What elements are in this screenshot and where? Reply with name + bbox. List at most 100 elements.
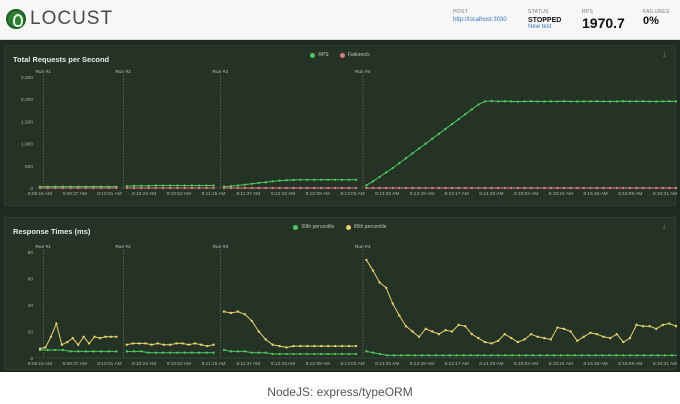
series-point (340, 352, 344, 356)
series-point (490, 354, 493, 357)
series-point (417, 147, 421, 150)
series-point (340, 178, 344, 181)
series-point (464, 325, 467, 328)
series-point (236, 310, 240, 313)
series-point (125, 343, 129, 346)
series-point (306, 186, 309, 190)
series-point (580, 354, 583, 357)
series-point (411, 330, 414, 333)
series-point (292, 178, 295, 182)
x-tick-label: 8:13:49 AM (410, 361, 434, 367)
series-point (431, 137, 434, 140)
x-tick-label: 8:15:24 AM (549, 191, 573, 197)
series-point (138, 342, 141, 345)
x-tick-label: 8:14:39 AM (479, 191, 503, 197)
series-point (285, 186, 288, 190)
y-tick-label: 20 (28, 330, 34, 336)
series-point (76, 350, 80, 353)
x-tick-label: 8:09:15 AM (28, 191, 52, 197)
series-point (115, 186, 118, 190)
series-point (663, 354, 667, 357)
series-point (615, 354, 618, 357)
series-point (661, 186, 665, 190)
series-point (326, 186, 330, 190)
series-point (594, 354, 597, 357)
series-point (641, 325, 645, 328)
series-point (450, 186, 454, 190)
series-point (450, 330, 454, 333)
series-point (205, 184, 208, 187)
series-point (549, 338, 553, 341)
series-point (649, 354, 653, 357)
series-point (66, 340, 69, 344)
app-frame: LOCUST HOST http://localhost:3030 STATUS… (0, 0, 680, 372)
series-point (629, 354, 632, 357)
series-point (384, 186, 388, 190)
status-label: STATUS (528, 9, 549, 15)
series-point (536, 335, 539, 338)
series-point (104, 335, 107, 338)
series-point (371, 180, 375, 183)
series-point (552, 354, 556, 357)
series-point (299, 344, 302, 348)
series-point (655, 100, 658, 103)
rps-chart-panel: Total Requests per Second RPS Failures/s… (4, 45, 677, 206)
series-point (115, 335, 118, 338)
status-value: STOPPED (528, 17, 562, 24)
series-point (109, 335, 113, 338)
series-point (674, 100, 677, 103)
series-point (162, 343, 166, 346)
series-point (271, 352, 274, 356)
series-point (602, 100, 605, 103)
series-point (670, 354, 674, 357)
x-tick-label: 8:10:23 AM (132, 191, 156, 197)
series-point (642, 354, 646, 357)
series-point (582, 100, 586, 103)
series-point (503, 332, 506, 336)
series-point (490, 342, 493, 345)
series-point (257, 181, 260, 185)
series-point (510, 186, 513, 190)
series-point (92, 350, 95, 353)
failures-stat: FAILURES 0% (643, 9, 670, 27)
series-point (668, 322, 671, 325)
series-point (271, 343, 274, 346)
series-point (434, 354, 438, 357)
series-point (477, 103, 480, 106)
series-point (169, 186, 172, 190)
run-marker-label: Run #3 (213, 244, 229, 250)
series-point (576, 339, 579, 342)
series-point (212, 184, 215, 187)
series-point (340, 344, 344, 348)
series-point (470, 186, 474, 190)
series-point (576, 186, 579, 190)
series-point (411, 152, 414, 155)
y-tick-label: 40 (28, 303, 34, 309)
series-point (236, 350, 240, 353)
series-point (84, 186, 88, 190)
series-point (313, 186, 316, 190)
series-point (71, 336, 74, 340)
series-point (183, 184, 186, 187)
y-tick-label: 60 (28, 277, 34, 283)
series-point (608, 354, 611, 357)
series-point (313, 178, 316, 181)
new-test-link[interactable]: New test (528, 24, 561, 30)
x-tick-label: 8:10:52 AM (167, 191, 191, 197)
x-tick-label: 8:10:01 AM (97, 191, 121, 197)
series-point (107, 186, 110, 190)
series-point (483, 186, 487, 190)
series-point (589, 100, 592, 103)
series-point (333, 186, 337, 190)
x-tick-label: 8:09:15 AM (28, 361, 52, 367)
series-point (398, 314, 401, 317)
series-point (205, 186, 208, 190)
host-label: HOST (453, 9, 469, 15)
series-point (354, 352, 358, 356)
series-point (477, 186, 480, 190)
series-point (384, 286, 388, 289)
series-point (285, 346, 288, 349)
locust-logo[interactable]: LOCUST (6, 8, 113, 30)
series-point (601, 354, 604, 357)
host-link[interactable]: http://localhost:3030 (453, 17, 507, 23)
